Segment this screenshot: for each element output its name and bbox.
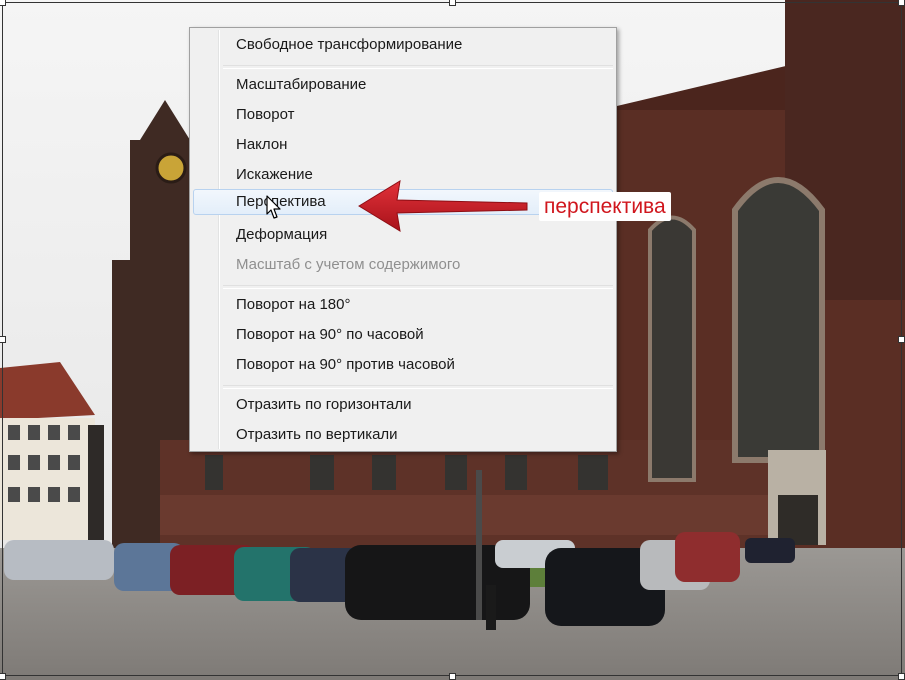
menu-item-rotate[interactable]: Поворот [193, 102, 613, 128]
menu-separator [223, 385, 613, 389]
menu-item-rotate-90-ccw[interactable]: Поворот на 90° против часовой [193, 352, 613, 378]
transform-context-menu: Свободное трансформирование Масштабирова… [189, 27, 617, 452]
menu-item-flip-horizontal[interactable]: Отразить по горизонтали [193, 392, 613, 418]
menu-separator [223, 65, 613, 69]
transform-handle-bottom-right[interactable] [898, 673, 905, 680]
menu-item-skew[interactable]: Наклон [193, 132, 613, 158]
menu-item-rotate-180[interactable]: Поворот на 180° [193, 292, 613, 318]
menu-item-rotate-90-cw[interactable]: Поворот на 90° по часовой [193, 322, 613, 348]
arrow-pointer-icon [266, 195, 281, 219]
menu-item-scale[interactable]: Масштабирование [193, 72, 613, 98]
transform-handle-left[interactable] [0, 336, 6, 343]
transform-handle-top-right[interactable] [898, 0, 905, 6]
transform-handle-bottom-left[interactable] [0, 673, 6, 680]
transform-handle-right[interactable] [898, 336, 905, 343]
transform-handle-bottom[interactable] [449, 673, 456, 680]
tower-clock [155, 152, 187, 184]
menu-item-free-transform[interactable]: Свободное трансформирование [193, 32, 613, 58]
menu-separator [223, 285, 613, 289]
menu-item-content-aware-scale: Масштаб с учетом содержимого [236, 256, 461, 273]
annotation-label: перспектива [539, 192, 671, 221]
menu-item-flip-vertical[interactable]: Отразить по вертикали [193, 422, 613, 448]
transform-handle-top[interactable] [449, 0, 456, 6]
red-left-arrow-icon [358, 180, 528, 232]
transform-handle-top-left[interactable] [0, 0, 6, 6]
